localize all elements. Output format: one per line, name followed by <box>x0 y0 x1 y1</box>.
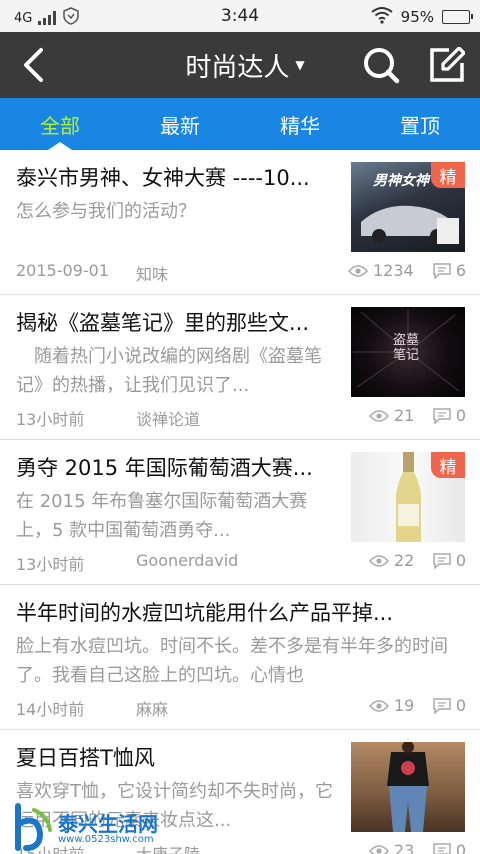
battery-percent: 95% <box>400 8 434 26</box>
comment-count-value: 0 <box>455 696 466 715</box>
post-title: 泰兴市男神、女神大赛 ----10... <box>16 166 310 190</box>
caret-down-icon: ▼ <box>295 58 305 72</box>
search-icon <box>364 48 400 84</box>
view-count-value: 19 <box>394 696 415 715</box>
thumbnail-overlay-text: 盗墓笔记 <box>393 333 420 363</box>
featured-badge: 精 <box>431 162 465 188</box>
watermark-name: 泰兴生活网 <box>58 812 158 836</box>
view-count-value: 22 <box>394 551 415 570</box>
comment-icon <box>433 407 451 424</box>
eye-icon <box>369 554 389 567</box>
comment-count-value: 0 <box>455 406 466 425</box>
post-title: 夏日百搭T恤风 <box>16 746 155 770</box>
chevron-left-icon <box>24 48 43 82</box>
list-item[interactable]: 揭秘《盗墓笔记》里的那些文... 随着热门小说改编的网络剧《盗墓笔记》的热播，让… <box>0 295 480 440</box>
site-watermark: 泰兴生活网 www.0523shw.com <box>4 800 204 854</box>
title-bar: 时尚达人 ▼ <box>0 32 480 98</box>
thumbnail-overlay-text: 男神女神 <box>373 173 429 189</box>
view-count: 19 <box>369 696 414 715</box>
post-date: 2015-09-01 <box>16 261 109 280</box>
tab-pinned[interactable]: 置顶 <box>360 98 480 150</box>
comment-count-value: 0 <box>455 551 466 570</box>
list-item[interactable]: 半年时间的水痘凹坑能用什么产品平掉... 脸上有水痘凹坑。时间不长。差不多是有半… <box>0 585 480 730</box>
status-right: 95% <box>371 6 473 28</box>
list-item[interactable]: 勇夺 2015 年国际葡萄酒大赛... 在 2015 年布鲁塞尔国际葡萄酒大赛上… <box>0 440 480 585</box>
comment-count: 0 <box>433 841 466 854</box>
logo-icon <box>15 803 52 851</box>
post-date: 13小时前 <box>16 410 85 429</box>
eye-icon <box>369 844 389 854</box>
post-thumbnail[interactable]: 盗墓笔记 <box>351 307 465 397</box>
eye-icon <box>369 699 389 712</box>
post-author[interactable]: 知味 <box>136 261 168 285</box>
comment-count: 0 <box>433 696 466 715</box>
eye-icon <box>369 409 389 422</box>
comment-icon <box>433 262 451 279</box>
post-summary: 脸上有水痘凹坑。时间不长。差不多是有半年多的时间了。我看自己这脸上的凹坑。心情也 <box>16 636 448 686</box>
watermark-url: www.0523shw.com <box>58 834 154 845</box>
wifi-icon <box>371 6 393 28</box>
comment-count: 6 <box>433 261 466 280</box>
post-thumbnail[interactable]: 精 <box>351 452 465 542</box>
page-title: 时尚达人 <box>185 52 290 83</box>
post-summary: 怎么参与我们的活动？ <box>16 201 196 222</box>
forum-selector[interactable]: 时尚达人 ▼ <box>160 32 330 98</box>
comment-count: 0 <box>433 406 466 425</box>
post-title: 勇夺 2015 年国际葡萄酒大赛... <box>16 456 313 480</box>
view-count: 22 <box>369 551 414 570</box>
comment-count-value: 0 <box>455 841 466 854</box>
post-date: 14小时前 <box>16 700 85 719</box>
view-count-value: 23 <box>394 841 415 854</box>
tab-latest[interactable]: 最新 <box>120 98 240 150</box>
post-list: 泰兴市男神、女神大赛 ----10... 怎么参与我们的活动？ 2015-09-… <box>0 150 480 854</box>
eye-icon <box>348 264 368 277</box>
post-title: 半年时间的水痘凹坑能用什么产品平掉... <box>16 601 394 625</box>
comment-icon <box>433 842 451 854</box>
tab-featured[interactable]: 精华 <box>240 98 360 150</box>
post-summary: 在 2015 年布鲁塞尔国际葡萄酒大赛上，5 款中国葡萄酒勇夺... <box>16 491 308 541</box>
comment-count: 0 <box>433 551 466 570</box>
status-bar: 4G 3:44 95% <box>0 0 480 32</box>
featured-badge: 精 <box>431 452 465 478</box>
search-button[interactable] <box>358 45 404 85</box>
view-count: 23 <box>369 841 414 854</box>
post-author[interactable]: Goonerdavid <box>136 551 238 570</box>
compose-button[interactable] <box>424 45 470 85</box>
view-count: 1234 <box>348 261 414 280</box>
tab-bar: 全部 最新 精华 置顶 <box>0 98 480 150</box>
list-item[interactable]: 泰兴市男神、女神大赛 ----10... 怎么参与我们的活动？ 2015-09-… <box>0 150 480 295</box>
comment-icon <box>433 697 451 714</box>
tab-indicator <box>48 142 72 150</box>
post-summary: 随着热门小说改编的网络剧《盗墓笔记》的热播，让我们见识了... <box>16 346 322 396</box>
battery-icon <box>442 10 473 24</box>
post-thumbnail[interactable]: 男神女神 精 <box>351 162 465 252</box>
post-author[interactable]: 谈禅论道 <box>136 406 200 430</box>
edit-icon <box>430 47 465 82</box>
view-count: 21 <box>369 406 414 425</box>
comment-count-value: 6 <box>455 261 466 280</box>
thumbnail-image <box>387 742 429 832</box>
view-count-value: 1234 <box>373 261 414 280</box>
post-title: 揭秘《盗墓笔记》里的那些文... <box>16 311 310 335</box>
post-thumbnail[interactable] <box>351 742 465 832</box>
post-author[interactable]: 麻麻 <box>136 696 168 720</box>
back-button[interactable] <box>12 44 54 86</box>
comment-icon <box>433 552 451 569</box>
post-date: 13小时前 <box>16 555 85 574</box>
view-count-value: 21 <box>394 406 415 425</box>
